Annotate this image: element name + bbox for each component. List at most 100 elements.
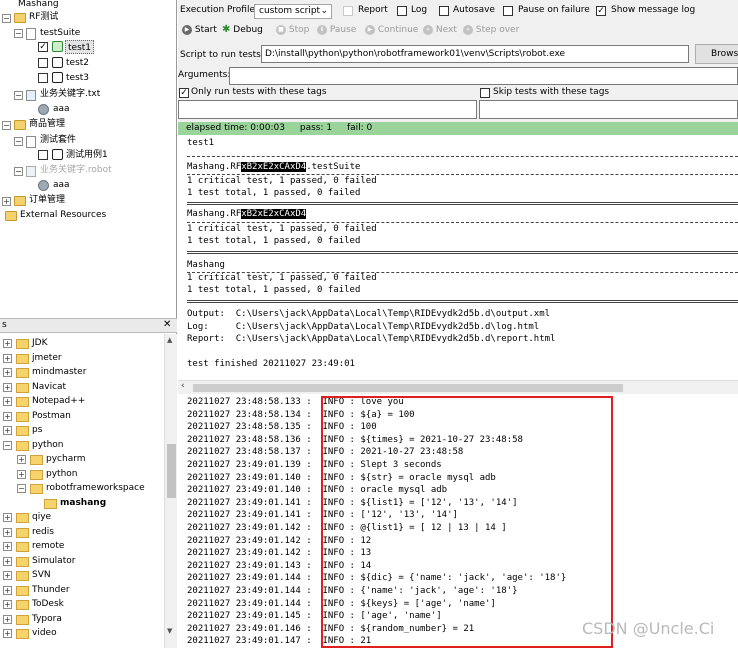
collapse-icon[interactable]: − — [2, 121, 11, 130]
filesystem-item[interactable]: Thunder — [32, 583, 70, 597]
close-icon[interactable]: ✕ — [163, 319, 171, 330]
scrollbar-thumb[interactable] — [167, 444, 176, 498]
filesystem-item[interactable]: JDK — [32, 336, 48, 350]
tree-item-orders[interactable]: 订单管理 — [29, 193, 65, 207]
browse-button[interactable]: Brows — [695, 44, 738, 64]
filesystem-item[interactable]: qiye — [32, 510, 51, 524]
start-button[interactable]: ▶ Start — [182, 22, 217, 38]
arguments-input[interactable] — [229, 67, 738, 85]
filesystem-item[interactable]: mindmaster — [32, 365, 86, 379]
tree-item-keyword-aaa[interactable]: aaa — [53, 178, 70, 192]
filesystem-item[interactable]: SVN — [32, 568, 51, 582]
script-path-input[interactable]: D:\install\python\python\robotframework0… — [261, 45, 689, 63]
expand-icon[interactable]: + — [3, 571, 12, 580]
tree-item-external-resources[interactable]: External Resources — [20, 208, 106, 222]
execution-profile-select[interactable]: custom script ⌄ — [254, 4, 332, 19]
expand-icon[interactable]: + — [3, 339, 12, 348]
filesystem-item[interactable]: python — [32, 438, 63, 452]
tree-item-case1[interactable]: 测试用例1 — [66, 148, 108, 162]
filesystem-item[interactable]: mashang — [60, 496, 106, 510]
test2-checkbox[interactable] — [38, 58, 48, 68]
filesystem-item[interactable]: Notepad++ — [32, 394, 85, 408]
expand-icon[interactable]: + — [2, 197, 11, 206]
tree-item-testsuite[interactable]: testSuite — [40, 26, 80, 40]
tree-item-rf-test[interactable]: RF测试 — [29, 10, 58, 24]
filesystem-item[interactable]: Typora — [32, 612, 62, 626]
collapse-icon[interactable]: − — [17, 484, 26, 493]
pause-on-failure-checkbox[interactable] — [503, 6, 513, 16]
autosave-checkbox[interactable] — [439, 6, 449, 16]
execution-profile-value: custom script — [259, 6, 321, 16]
scroll-up-icon[interactable]: ▲ — [167, 336, 172, 344]
continue-button[interactable]: ▶ Continue — [365, 22, 418, 38]
output-horizontal-scrollbar[interactable]: ‹ — [178, 380, 738, 393]
expand-icon[interactable]: + — [3, 426, 12, 435]
suite-file-icon — [26, 28, 36, 40]
pause-button[interactable]: Ⅱ Pause — [317, 22, 356, 38]
folder-icon — [30, 455, 43, 465]
expand-icon[interactable]: + — [3, 629, 12, 638]
expand-icon[interactable]: + — [3, 614, 12, 624]
testcase1-checkbox[interactable] — [38, 150, 48, 160]
collapse-icon[interactable]: − — [2, 14, 11, 23]
tree-item-test2[interactable]: test2 — [66, 56, 89, 70]
filesystem-scrollbar[interactable]: ▲ ▼ — [164, 334, 177, 648]
expand-icon[interactable]: + — [3, 556, 12, 566]
testcase-icon — [52, 149, 63, 160]
filesystem-item[interactable]: redis — [32, 525, 54, 539]
collapse-icon[interactable]: − — [14, 29, 23, 38]
filesystem-item[interactable]: Simulator — [32, 554, 75, 568]
tree-item-goods[interactable]: 商品管理 — [29, 117, 65, 131]
test1-checkbox[interactable]: ✓ — [38, 42, 48, 52]
collapse-icon[interactable]: − — [14, 91, 23, 100]
filesystem-item[interactable]: Navicat — [32, 380, 66, 394]
include-tags-input[interactable] — [178, 100, 477, 119]
test3-checkbox[interactable] — [38, 73, 48, 83]
tree-item-resource-robot[interactable]: 业务关键字.robot — [40, 163, 112, 177]
show-message-log-checkbox[interactable]: ✓ — [596, 6, 606, 16]
filesystem-item[interactable]: ps — [32, 423, 42, 437]
scroll-left-icon[interactable]: ‹ — [181, 381, 185, 391]
report-checkbox[interactable] — [343, 6, 353, 16]
scrollbar-thumb[interactable] — [193, 384, 623, 392]
collapse-icon[interactable]: − — [14, 167, 23, 176]
tree-item-suite2[interactable]: 测试套件 — [40, 133, 76, 147]
expand-icon[interactable]: + — [3, 382, 12, 392]
expand-icon[interactable]: + — [3, 542, 12, 551]
scroll-down-icon[interactable]: ▼ — [167, 627, 172, 635]
expand-icon[interactable]: + — [3, 368, 12, 377]
collapse-icon[interactable]: − — [3, 440, 12, 450]
tree-item-resource-txt[interactable]: 业务关键字.txt — [40, 87, 100, 101]
expand-icon[interactable]: + — [17, 469, 26, 479]
filesystem-item[interactable]: pycharm — [46, 452, 86, 466]
expand-icon[interactable]: + — [3, 585, 12, 595]
only-tags-checkbox[interactable]: ✓ — [179, 88, 189, 98]
expand-icon[interactable]: + — [3, 513, 12, 522]
filesystem-item[interactable]: Postman — [32, 409, 71, 423]
filesystem-item[interactable]: robotframeworkspace — [46, 481, 145, 495]
filesystem-item[interactable]: python — [46, 467, 77, 481]
debug-button[interactable]: ✱ Debug — [222, 22, 263, 38]
expand-icon[interactable]: + — [3, 397, 12, 406]
step-over-button[interactable]: » Step over — [463, 22, 519, 38]
filesystem-item[interactable]: remote — [32, 539, 64, 553]
filesystem-item[interactable]: ToDesk — [32, 597, 64, 611]
collapse-icon[interactable]: − — [14, 137, 23, 146]
expand-icon[interactable]: + — [3, 411, 12, 421]
tree-item-test3[interactable]: test3 — [66, 71, 89, 85]
next-button[interactable]: » Next — [423, 22, 457, 38]
filesystem-item[interactable]: video — [32, 626, 57, 640]
filesystem-item[interactable]: jmeter — [32, 351, 62, 365]
output-highlight: xB2xE2xCAxD4 — [241, 209, 307, 219]
log-checkbox[interactable] — [397, 6, 407, 16]
output-line: 1 critical test, 1 passed, 0 failed — [187, 273, 377, 283]
tree-item-test1[interactable]: test1 — [65, 40, 95, 54]
exclude-tags-input[interactable] — [479, 100, 738, 119]
tree-item-keyword-aaa[interactable]: aaa — [53, 102, 70, 116]
expand-icon[interactable]: + — [17, 455, 26, 464]
expand-icon[interactable]: + — [3, 353, 12, 363]
skip-tags-checkbox[interactable] — [480, 88, 490, 98]
expand-icon[interactable]: + — [3, 600, 12, 609]
expand-icon[interactable]: + — [3, 527, 12, 537]
stop-button[interactable]: ■ Stop — [276, 22, 309, 38]
